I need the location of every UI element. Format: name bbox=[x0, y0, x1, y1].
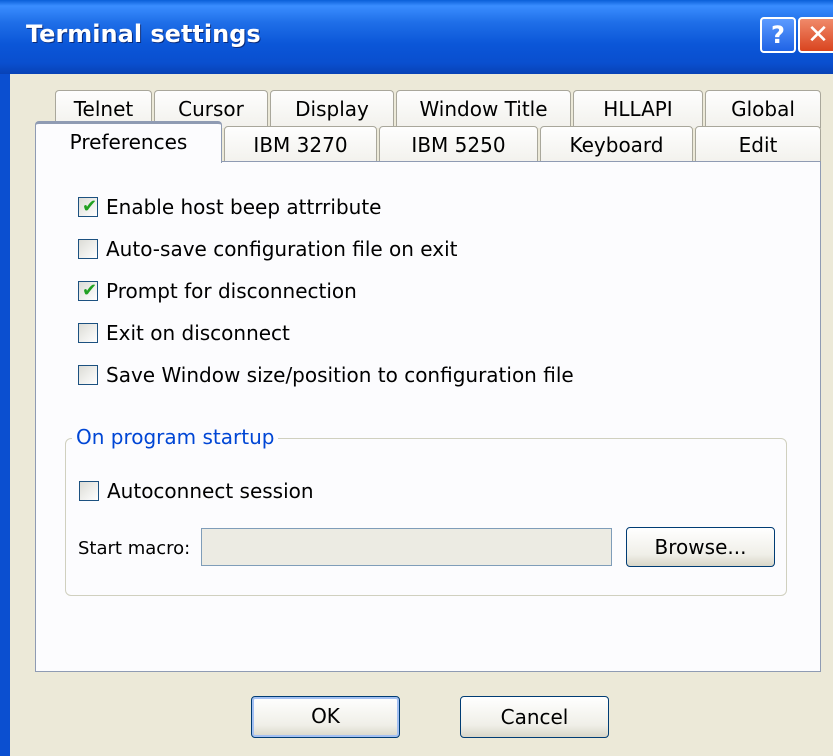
window-title: Terminal settings bbox=[26, 20, 261, 48]
preferences-panel: ✔ Enable host beep attrribute Auto-save … bbox=[35, 161, 821, 672]
tab-ibm-5250[interactable]: IBM 5250 bbox=[379, 126, 538, 164]
tab-ibm-3270[interactable]: IBM 3270 bbox=[224, 126, 377, 164]
option-autoconnect-session[interactable]: Autoconnect session bbox=[79, 478, 314, 504]
terminal-settings-dialog: Terminal settings ? ✕ Telnet Cursor Disp… bbox=[0, 0, 833, 756]
browse-button[interactable]: Browse... bbox=[626, 527, 775, 567]
window-frame-left bbox=[0, 74, 10, 756]
tab-label: Window Title bbox=[419, 97, 548, 121]
option-prompt-disconnection[interactable]: ✔ Prompt for disconnection bbox=[78, 278, 357, 304]
tab-keyboard[interactable]: Keyboard bbox=[540, 126, 693, 164]
start-macro-label: Start macro: bbox=[78, 538, 191, 559]
checkbox[interactable] bbox=[78, 239, 98, 259]
checkbox[interactable] bbox=[78, 323, 98, 343]
checkbox[interactable]: ✔ bbox=[78, 197, 98, 217]
tab-hllapi[interactable]: HLLAPI bbox=[573, 90, 703, 128]
option-label: Exit on disconnect bbox=[106, 321, 290, 345]
option-save-window-size[interactable]: Save Window size/position to configurati… bbox=[78, 362, 574, 388]
tab-label: Global bbox=[731, 97, 795, 121]
checkmark-icon: ✔ bbox=[82, 196, 98, 217]
option-auto-save-config[interactable]: Auto-save configuration file on exit bbox=[78, 236, 458, 262]
option-label: Save Window size/position to configurati… bbox=[106, 363, 574, 387]
tab-label: Display bbox=[295, 97, 369, 121]
tab-label: IBM 5250 bbox=[411, 133, 506, 157]
tab-global[interactable]: Global bbox=[705, 90, 821, 128]
option-label: Autoconnect session bbox=[107, 479, 314, 503]
help-icon: ? bbox=[771, 21, 785, 49]
startup-groupbox: On program startup Autoconnect session S… bbox=[65, 425, 787, 596]
tab-preferences[interactable]: Preferences bbox=[35, 121, 222, 163]
tab-label: Cursor bbox=[178, 97, 244, 121]
checkbox[interactable] bbox=[79, 481, 99, 501]
checkbox[interactable] bbox=[78, 365, 98, 385]
group-label: On program startup bbox=[72, 425, 279, 449]
tab-label: IBM 3270 bbox=[253, 133, 348, 157]
close-icon: ✕ bbox=[807, 20, 829, 50]
option-exit-on-disconnect[interactable]: Exit on disconnect bbox=[78, 320, 290, 346]
ok-button[interactable]: OK bbox=[251, 696, 400, 738]
tab-label: Preferences bbox=[69, 130, 188, 154]
tab-label: HLLAPI bbox=[603, 97, 673, 121]
tab-edit[interactable]: Edit bbox=[695, 126, 821, 164]
tab-label: Telnet bbox=[73, 97, 134, 121]
option-label: Enable host beep attrribute bbox=[106, 195, 382, 219]
tab-display[interactable]: Display bbox=[270, 90, 394, 128]
checkbox[interactable]: ✔ bbox=[78, 281, 98, 301]
tab-label: Edit bbox=[738, 133, 778, 157]
tab-label: Keyboard bbox=[569, 133, 664, 157]
tab-window-title[interactable]: Window Title bbox=[396, 90, 571, 128]
checkmark-icon: ✔ bbox=[82, 280, 98, 301]
option-enable-host-beep[interactable]: ✔ Enable host beep attrribute bbox=[78, 194, 381, 220]
start-macro-input[interactable] bbox=[201, 528, 612, 566]
help-button[interactable]: ? bbox=[760, 17, 796, 53]
title-bar[interactable]: Terminal settings ? ✕ bbox=[0, 0, 833, 74]
option-label: Prompt for disconnection bbox=[106, 279, 357, 303]
close-button[interactable]: ✕ bbox=[798, 17, 833, 53]
option-label: Auto-save configuration file on exit bbox=[106, 237, 458, 261]
cancel-button[interactable]: Cancel bbox=[460, 696, 609, 738]
